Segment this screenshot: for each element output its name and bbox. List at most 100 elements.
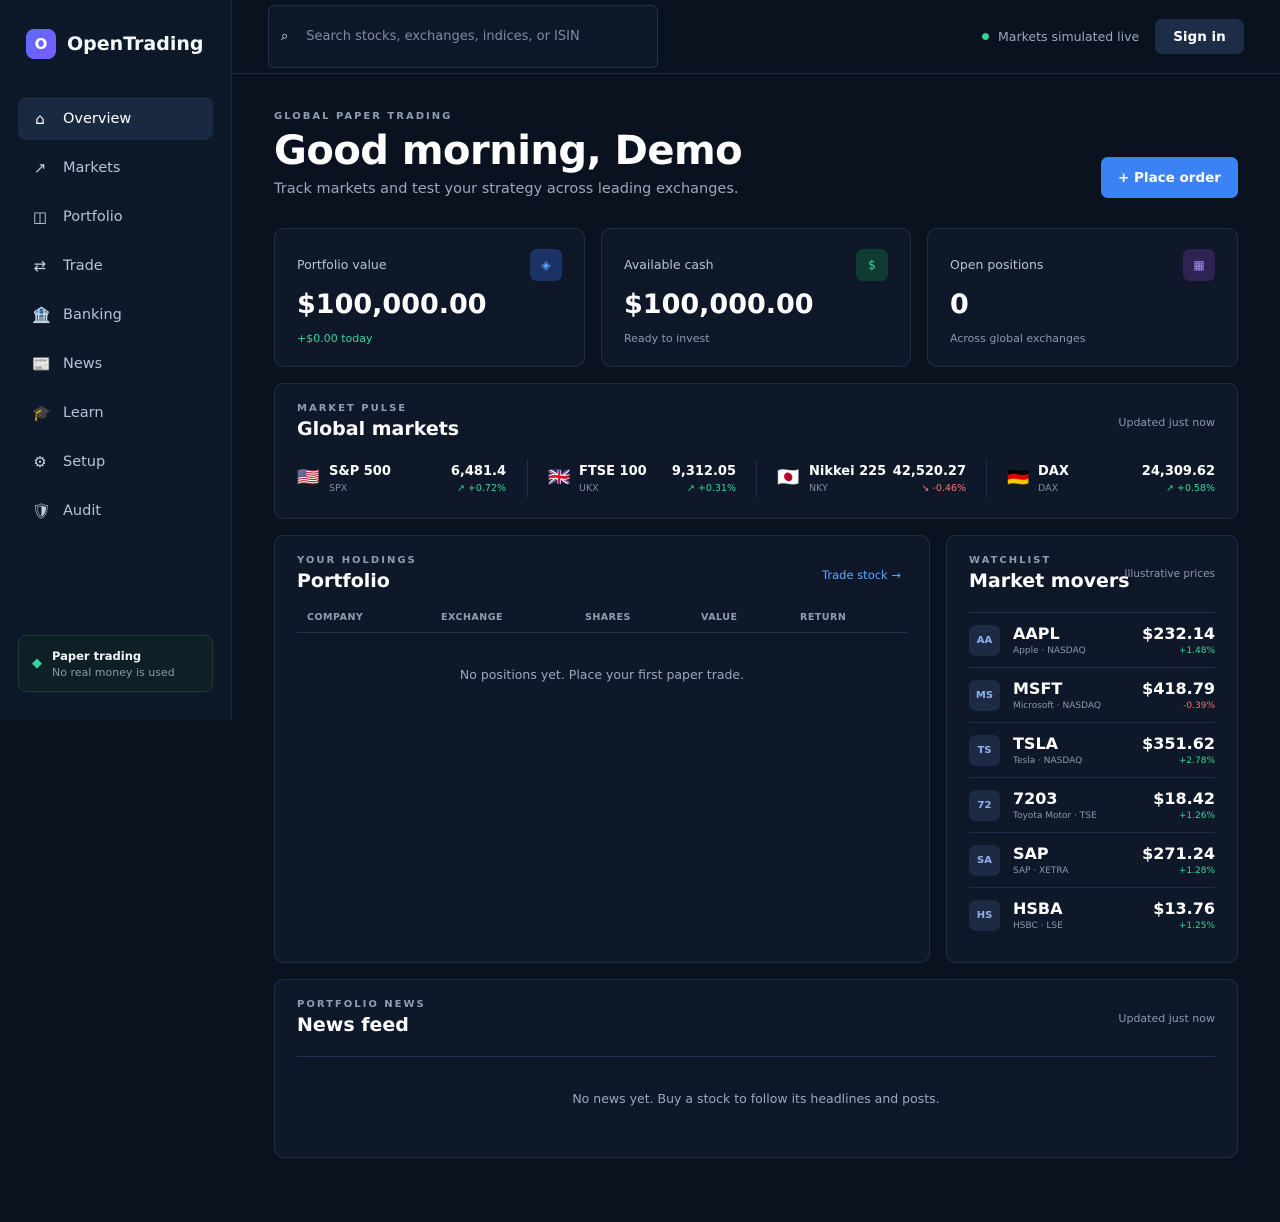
ticker-symbol: 7203 [1013, 789, 1058, 808]
watchlist-row[interactable]: SA SAP SAP · XETRA $271.24 +1.28% [969, 832, 1215, 887]
index-item-nky[interactable]: 🇯🇵 Nikkei 225 NKY 42,520.27 ↘ -0.46% [756, 460, 986, 498]
index-item-ukx[interactable]: 🇬🇧 FTSE 100 UKX 9,312.05 ↗ +0.31% [527, 460, 756, 498]
page-title: Good morning, Demo [274, 128, 743, 174]
index-code: DAX [1038, 483, 1059, 494]
search-input[interactable] [306, 29, 637, 44]
index-item-dax[interactable]: 🇩🇪 DAX DAX 24,309.62 ↗ +0.58% [986, 460, 1215, 498]
ticker-symbol: TSLA [1013, 734, 1059, 753]
watchlist-list: AA AAPL Apple · NASDAQ $232.14 +1.48% MS… [969, 612, 1215, 942]
index-change: ↗ +0.31% [686, 483, 736, 494]
index-value: 6,481.4 [450, 464, 506, 479]
sidebar-item-audit[interactable]: 🛡 Audit [18, 489, 213, 532]
column-header[interactable]: VALUE [701, 612, 737, 623]
column-header[interactable]: RETURN [800, 612, 846, 623]
index-name: DAX [1038, 464, 1069, 479]
company-name: Tesla · NASDAQ [1013, 756, 1083, 766]
watchlist-row[interactable]: HS HSBA HSBC · LSE $13.76 +1.25% [969, 887, 1215, 942]
column-header[interactable]: EXCHANGE [441, 612, 503, 623]
index-value: 42,520.27 [892, 464, 966, 479]
stat-value: $100,000.00 [297, 289, 487, 320]
gear-icon: ⚙ [33, 452, 47, 471]
column-header[interactable]: COMPANY [307, 612, 363, 623]
index-name: S&P 500 [329, 464, 391, 479]
available-cash-card: Available cash $ $100,000.00 Ready to in… [601, 228, 911, 367]
stock-price: $351.62 [1142, 734, 1215, 753]
germany-flag-icon: 🇩🇪 [1007, 467, 1030, 488]
topbar: ⌕ Markets simulated live Sign in [232, 0, 1280, 74]
index-change: ↗ +0.58% [1165, 483, 1215, 494]
stat-label: Available cash [624, 257, 714, 272]
page-subtitle: Track markets and test your strategy acr… [274, 181, 739, 197]
price-change: -0.39% [1183, 701, 1215, 711]
index-code: NKY [809, 483, 828, 494]
section-title: Market movers [969, 570, 1130, 592]
swap-arrows-icon: ⇄ [33, 256, 47, 275]
divider [297, 1056, 1215, 1057]
watchlist-row[interactable]: TS TSLA Tesla · NASDAQ $351.62 +2.78% [969, 722, 1215, 777]
sidebar-item-label: Audit [63, 502, 102, 519]
ticker-symbol: AAPL [1013, 624, 1060, 643]
watchlist-note: Illustrative prices [1124, 568, 1215, 580]
sidebar-item-trade[interactable]: ⇄ Trade [18, 244, 213, 287]
section-eyebrow: WATCHLIST [969, 555, 1052, 566]
trend-arrow-icon: ↗ [33, 158, 47, 177]
ticker-symbol: SAP [1013, 844, 1049, 863]
price-change: +1.25% [1178, 921, 1215, 931]
paper-trading-subtitle: No real money is used [52, 665, 175, 679]
brand-logo: O [26, 29, 56, 59]
index-list: 🇺🇸 S&P 500 SPX 6,481.4 ↗ +0.72% 🇬🇧 FTSE … [297, 460, 1215, 498]
sidebar-item-label: Learn [63, 404, 104, 421]
sidebar-nav: ⌂ Overview ↗ Markets ◫ Portfolio ⇄ Trade… [18, 97, 213, 538]
sidebar-item-markets[interactable]: ↗ Markets [18, 146, 213, 189]
newspaper-icon: 📰 [32, 354, 51, 373]
global-markets-card: MARKET PULSE Global markets Updated just… [274, 383, 1238, 519]
updated-label: Updated just now [1118, 416, 1215, 429]
portfolio-value-card: Portfolio value ◈ $100,000.00 +$0.00 tod… [274, 228, 585, 367]
sidebar-item-setup[interactable]: ⚙ Setup [18, 440, 213, 483]
price-change: +2.78% [1178, 756, 1215, 766]
sidebar-item-banking[interactable]: 🏦 Banking [18, 293, 213, 336]
stat-value: 0 [950, 289, 969, 320]
sidebar-item-label: Portfolio [63, 208, 123, 225]
section-title: Portfolio [297, 570, 390, 592]
section-eyebrow: MARKET PULSE [297, 403, 408, 414]
stock-price: $418.79 [1142, 679, 1215, 698]
brand-name: OpenTrading [67, 33, 204, 55]
trade-stock-link[interactable]: Trade stock → [822, 568, 901, 582]
sidebar-item-news[interactable]: 📰 News [18, 342, 213, 385]
sidebar-item-overview[interactable]: ⌂ Overview [18, 97, 213, 140]
grid-icon: ▦ [1183, 249, 1215, 281]
column-header[interactable]: SHARES [585, 612, 631, 623]
index-item-spx[interactable]: 🇺🇸 S&P 500 SPX 6,481.4 ↗ +0.72% [297, 460, 527, 498]
index-value: 24,309.62 [1141, 464, 1215, 479]
stat-label: Portfolio value [297, 257, 387, 272]
sidebar-item-label: News [63, 355, 103, 372]
sidebar-item-label: Markets [63, 159, 121, 176]
columns-icon: ◫ [32, 207, 48, 226]
sign-in-button[interactable]: Sign in [1155, 19, 1244, 54]
holdings-empty-state: No positions yet. Place your first paper… [459, 667, 745, 682]
watchlist-row[interactable]: MS MSFT Microsoft · NASDAQ $418.79 -0.39… [969, 667, 1215, 722]
ticker-symbol: HSBA [1013, 899, 1063, 918]
home-icon: ⌂ [35, 109, 45, 128]
sidebar-item-portfolio[interactable]: ◫ Portfolio [18, 195, 213, 238]
diamond-icon: ◆ [32, 656, 42, 671]
open-positions-card: Open positions ▦ 0 Across global exchang… [927, 228, 1238, 367]
stock-price: $232.14 [1142, 624, 1215, 643]
watchlist-row[interactable]: AA AAPL Apple · NASDAQ $232.14 +1.48% [969, 612, 1215, 667]
place-order-button[interactable]: + Place order [1101, 157, 1238, 198]
stat-note: Ready to invest [624, 332, 710, 345]
sidebar-item-learn[interactable]: 🎓 Learn [18, 391, 213, 434]
page-eyebrow: GLOBAL PAPER TRADING [274, 111, 453, 122]
search-box[interactable]: ⌕ [268, 5, 658, 68]
ticker-badge: HS [969, 900, 1000, 931]
stat-note: +$0.00 today [297, 332, 373, 345]
diamond-icon: ◈ [530, 249, 562, 281]
brand[interactable]: O OpenTrading [26, 29, 203, 59]
watchlist-row[interactable]: 72 7203 Toyota Motor · TSE $18.42 +1.26% [969, 777, 1215, 832]
paper-trading-title: Paper trading [52, 648, 142, 663]
section-eyebrow: YOUR HOLDINGS [297, 555, 417, 566]
ticker-badge: AA [969, 625, 1000, 656]
holdings-table-header: COMPANY EXCHANGE SHARES VALUE RETURN [297, 604, 907, 633]
app: O OpenTrading ⌂ Overview ↗ Markets ◫ Por… [0, 0, 1280, 1222]
